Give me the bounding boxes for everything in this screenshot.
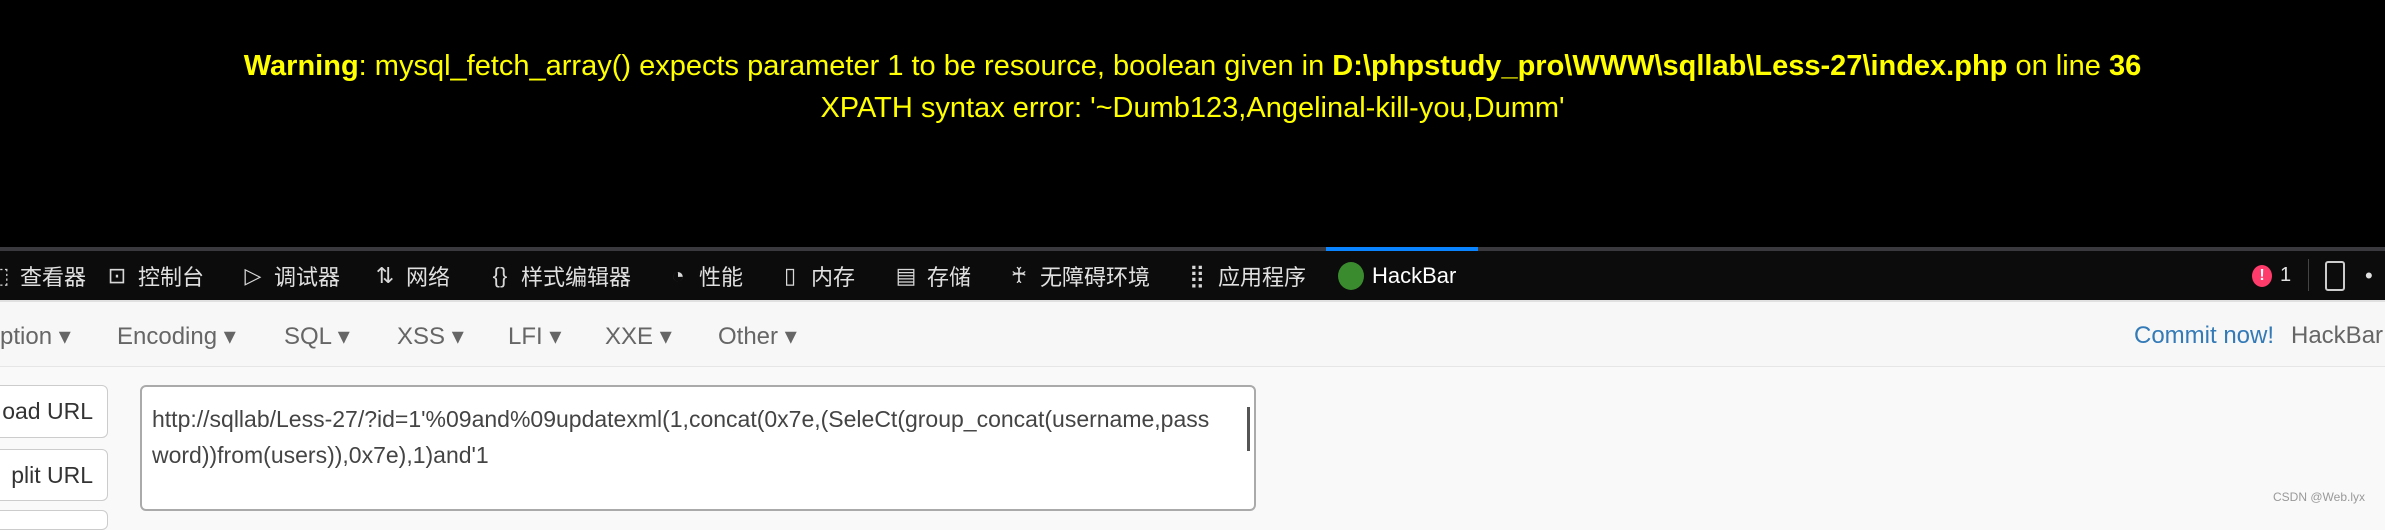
tab-performance[interactable]: ◔ 性能 [665,251,743,300]
line-number: 36 [2108,50,2142,82]
menu-xss[interactable]: XSS ▾ [397,322,464,351]
tab-label: 应用程序 [1218,264,1307,290]
menu-encoding[interactable]: Encoding ▾ [117,322,236,351]
storage-icon: ▤ [895,262,917,288]
hackbar-brand: HackBar [2291,322,2384,349]
xpath-error: XPATH syntax error: '~Dumb123,Angelinal-… [820,92,1565,124]
tab-label: 性能 [699,264,744,290]
error-count[interactable]: ! 1 [2252,251,2291,300]
url-text: http://sqllab/Less-27/?id=1'%09and%09upd… [152,406,1210,468]
on-line-text: on line [2007,50,2109,82]
tab-label: 内存 [811,264,856,290]
responsive-design-button[interactable]: • [2325,251,2373,300]
tab-network[interactable]: ⇅ 网络 [372,251,450,300]
tab-storage[interactable]: ▤ 存储 [893,251,971,300]
textarea-scrollbar[interactable] [1247,407,1250,451]
url-textarea[interactable]: http://sqllab/Less-27/?id=1'%09and%09upd… [140,385,1256,511]
warning-text: : mysql_fetch_array() expects parameter … [358,50,1333,82]
tab-label: 控制台 [138,264,205,290]
split-url-button[interactable]: plit URL [0,449,108,501]
devtools-toolbar: ⬚ 查看器 ⊡ 控制台 ▷ 调试器 ⇅ 网络 {} 样式编辑器 ◔ 性能 ▯ 内存 ▤ 存储 ♰… [0,247,2385,300]
menu-xxe[interactable]: XXE ▾ [605,322,672,351]
menu-encryption[interactable]: ption ▾ [0,322,71,351]
application-icon: ⣿ [1188,262,1206,288]
tab-hackbar[interactable]: HackBar [1338,251,1456,300]
performance-icon: ◔ [671,262,685,288]
menu-other[interactable]: Other ▾ [718,322,797,351]
warning-line: Warning: mysql_fetch_array() expects par… [0,50,2385,83]
style-editor-icon: {} [492,262,508,288]
menu-lfi[interactable]: LFI ▾ [508,322,561,351]
more-icon: • [2365,262,2373,288]
hackbar-menu: ption ▾ Encoding ▾ SQL ▾ XSS ▾ LFI ▾ XXE… [0,300,2385,367]
tab-memory[interactable]: ▯ 内存 [777,251,855,300]
menu-sql[interactable]: SQL ▾ [284,322,350,351]
warning-label: Warning [243,50,359,82]
tab-style-editor[interactable]: {} 样式编辑器 [487,251,631,300]
tab-console[interactable]: ⊡ 控制台 [104,251,204,300]
memory-icon: ▯ [783,262,797,288]
divider [2308,259,2309,291]
accessibility-icon: ♰ [1010,262,1028,288]
commit-link[interactable]: Commit now! [2134,322,2274,350]
tab-label: 调试器 [274,264,341,290]
load-url-button[interactable]: oad URL [0,385,108,438]
page-output: Warning: mysql_fetch_array() expects par… [0,0,2385,247]
tab-label: 无障碍环境 [1040,264,1151,290]
inspector-icon: ⬚ [0,263,12,289]
tab-label: 网络 [406,264,451,290]
debugger-icon: ▷ [244,262,262,288]
error-count-text: 1 [2280,264,2292,286]
watermark: CSDN @Web.lyx [2273,490,2365,504]
tab-label: 存储 [927,264,972,290]
responsive-icon [2325,260,2345,291]
tab-application[interactable]: ⣿ 应用程序 [1184,251,1306,300]
execute-button[interactable] [0,510,108,530]
console-icon: ⊡ [107,262,127,288]
tab-accessibility[interactable]: ♰ 无障碍环境 [1006,251,1150,300]
tab-debugger[interactable]: ▷ 调试器 [240,251,340,300]
file-path: D:\phpstudy_pro\WWW\sqllab\Less-27\index… [1332,50,2008,82]
tab-label: HackBar [1372,262,1457,288]
tab-label: 查看器 [20,264,87,290]
error-icon: ! [2252,264,2272,287]
tab-inspector[interactable]: ⬚ 查看器 [0,251,86,300]
network-icon: ⇅ [375,262,395,288]
tab-label: 样式编辑器 [521,264,632,290]
hackbar-icon [1338,261,1364,290]
